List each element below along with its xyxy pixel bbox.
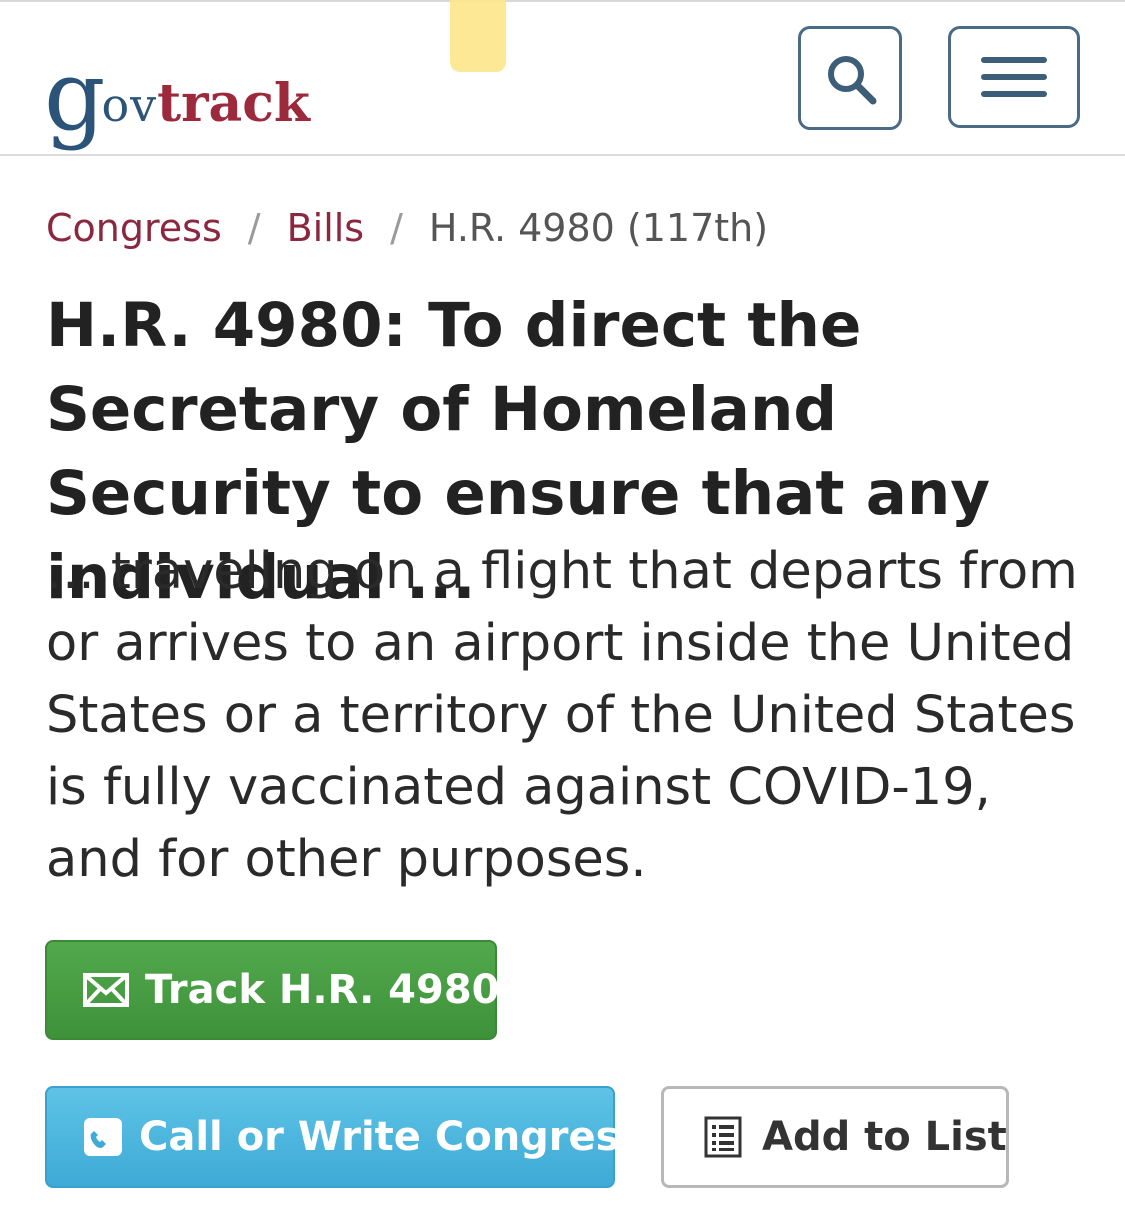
bill-description: ... traveling on a flight that departs f… <box>46 542 1078 889</box>
list-icon <box>704 1116 742 1158</box>
govtrack-logo[interactable]: govtrack <box>44 32 310 152</box>
breadcrumb-bills[interactable]: Bills <box>287 206 365 250</box>
track-bill-button[interactable]: Track H.R. 4980 <box>45 940 500 1040</box>
breadcrumb-current: H.R. 4980 (117th) <box>428 206 769 250</box>
search-icon <box>828 56 877 105</box>
breadcrumb-separator: / <box>247 206 261 250</box>
logo-ov: ov <box>101 78 158 132</box>
call-or-write-congress-button[interactable]: Call or Write Congress <box>45 1086 643 1188</box>
add-to-list-button[interactable]: Add to List <box>661 1086 1009 1188</box>
call-or-write-congress-label: Call or Write Congress <box>139 1114 644 1160</box>
logo-g: g <box>44 40 105 152</box>
phone-icon <box>83 1117 123 1157</box>
breadcrumb-congress[interactable]: Congress <box>46 206 222 250</box>
breadcrumb-separator: / <box>390 206 403 250</box>
logo-track: track <box>157 73 310 134</box>
menu-button[interactable] <box>948 26 1080 128</box>
highlight-mark <box>450 0 506 72</box>
envelope-icon <box>83 973 129 1007</box>
track-bill-label: Track H.R. 4980 <box>145 967 500 1013</box>
search-button[interactable] <box>798 26 902 130</box>
add-to-list-label: Add to List <box>762 1114 1007 1160</box>
site-header: govtrack <box>0 2 1125 156</box>
breadcrumb: Congress / Bills / H.R. 4980 (117th) <box>46 206 768 250</box>
